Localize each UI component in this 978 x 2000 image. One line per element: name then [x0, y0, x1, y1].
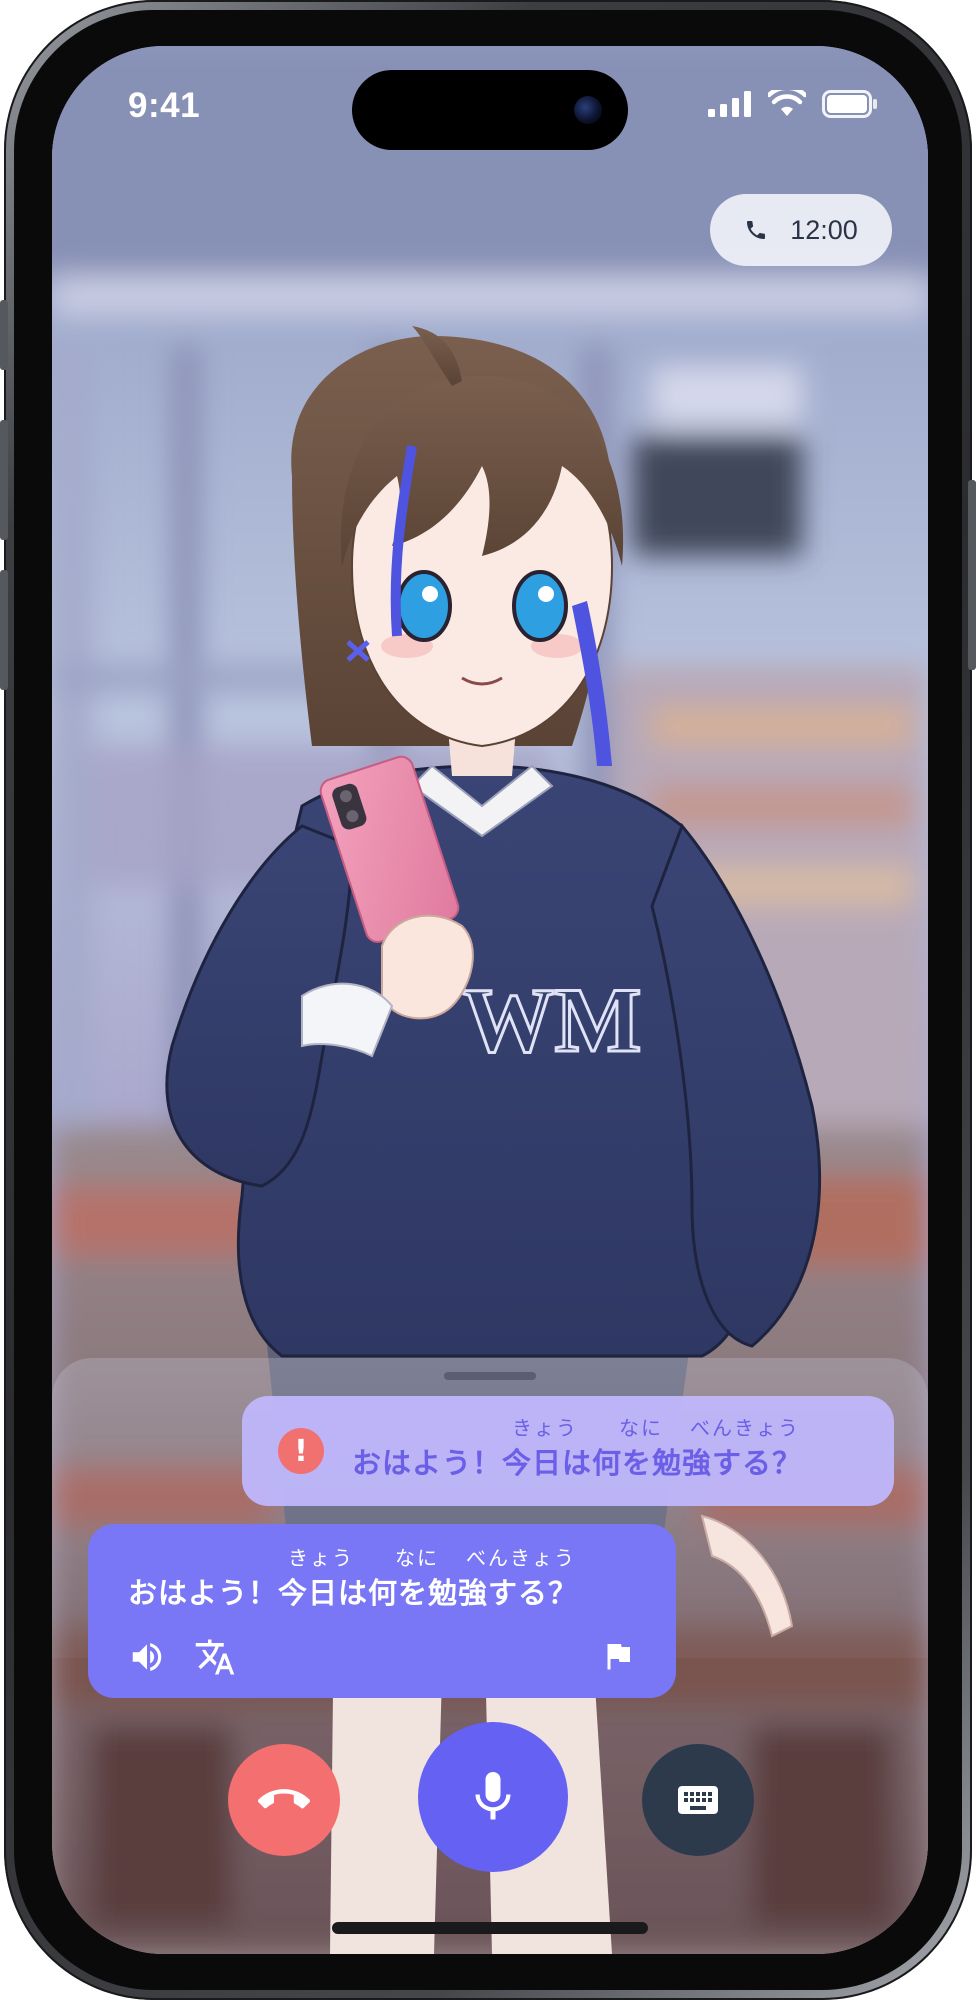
ai-message-text: おはよう！今日は何を勉強する？	[128, 1576, 579, 1610]
keyboard-button[interactable]	[642, 1744, 754, 1856]
speaker-icon[interactable]	[128, 1638, 166, 1676]
ai-message-actions	[128, 1636, 236, 1678]
call-timer-text: 12:00	[790, 214, 858, 245]
battery-icon	[822, 90, 877, 118]
end-call-icon	[258, 1789, 310, 1809]
user-message-bubble[interactable]: ! きょう なに べんきょう おはよう！今日は何を勉強する？	[242, 1396, 894, 1506]
user-message-text-block: きょう なに べんきょう おはよう！今日は何を勉強する？	[352, 1412, 802, 1482]
volume-up-button	[0, 420, 8, 540]
furigana-kyou: きょう	[288, 1546, 354, 1570]
power-button	[968, 480, 976, 670]
status-time: 9:41	[128, 86, 201, 125]
action-button	[0, 300, 8, 370]
flag-icon[interactable]	[600, 1638, 636, 1674]
phone-icon	[747, 221, 766, 239]
furigana-benkyou: べんきょう	[466, 1546, 576, 1570]
user-message-furigana: きょう なに べんきょう	[352, 1412, 802, 1440]
svg-text:WM: WM	[463, 969, 642, 1071]
home-indicator[interactable]	[332, 1922, 648, 1934]
volume-down-button	[0, 570, 8, 690]
cellular-signal-icon	[708, 91, 751, 117]
furigana-benkyou: べんきょう	[690, 1416, 800, 1440]
dynamic-island	[352, 70, 628, 150]
transcript-drag-handle[interactable]	[444, 1372, 536, 1380]
furigana-nani: なに	[619, 1416, 663, 1440]
furigana-nani: なに	[395, 1546, 439, 1570]
user-message-text: おはよう！今日は何を勉強する？	[352, 1446, 803, 1480]
keyboard-icon	[678, 1786, 718, 1814]
ai-message-bubble: きょう なに べんきょう おはよう！今日は何を勉強する？	[88, 1524, 676, 1698]
ai-message-text-block: きょう なに べんきょう おはよう！今日は何を勉強する？	[128, 1542, 578, 1612]
call-screen: WM 9:41 12:00 ! きょう なに べんきょう おはよう！今日は何を勉…	[52, 46, 928, 1954]
wifi-icon	[768, 90, 806, 116]
furigana-kyou: きょう	[512, 1416, 578, 1440]
call-timer: 12:00	[710, 194, 892, 266]
front-camera-icon	[574, 96, 602, 124]
microphone-icon	[475, 1772, 511, 1820]
microphone-button[interactable]	[418, 1722, 568, 1872]
error-icon[interactable]: !	[278, 1428, 324, 1474]
ai-message-furigana: きょう なに べんきょう	[128, 1542, 578, 1570]
status-icons	[708, 90, 878, 118]
end-call-button[interactable]	[228, 1744, 340, 1856]
translate-icon[interactable]	[194, 1636, 236, 1678]
